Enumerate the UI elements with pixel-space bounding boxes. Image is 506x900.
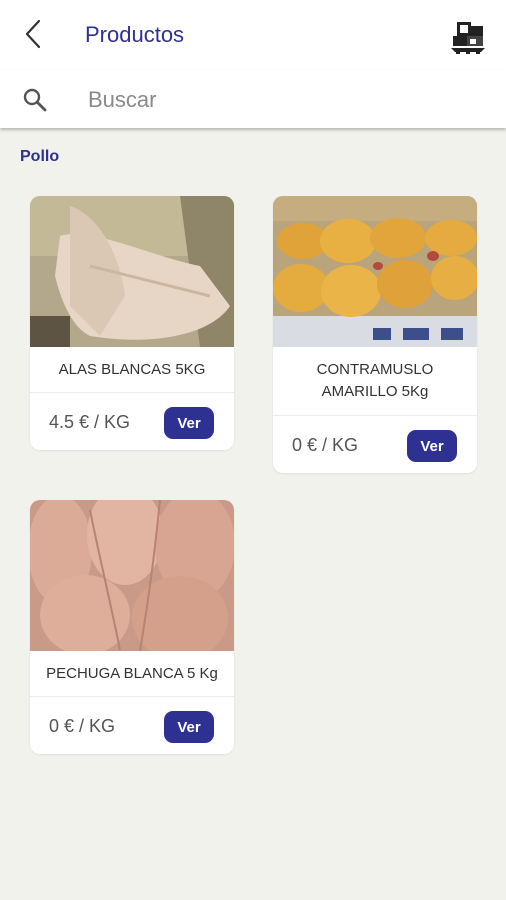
product-footer: 4.5 € / KG Ver <box>30 392 234 450</box>
product-image <box>30 196 234 347</box>
product-card[interactable]: PECHUGA BLANCA 5 Kg 0 € / KG Ver <box>30 500 234 754</box>
product-footer: 0 € / KG Ver <box>30 696 234 754</box>
page-title: Productos <box>85 22 185 47</box>
product-image <box>273 196 477 347</box>
app-header: Productos <box>0 0 506 70</box>
product-name: PECHUGA BLANCA 5 Kg <box>46 664 218 682</box>
product-price: 4.5 € / KG <box>49 412 131 432</box>
chevron-left-icon <box>25 19 41 49</box>
category-title: Pollo <box>20 148 60 165</box>
product-price: 0 € / KG <box>49 716 116 736</box>
product-price: 0 € / KG <box>292 435 359 455</box>
product-card[interactable]: CONTRAMUSLO AMARILLO 5Kg 0 € / KG Ver <box>273 196 477 473</box>
search-input[interactable] <box>88 84 468 116</box>
ver-button[interactable]: Ver <box>164 711 214 743</box>
search-icon[interactable] <box>22 87 48 113</box>
back-button[interactable] <box>18 16 48 52</box>
pallet-button[interactable] <box>448 16 488 56</box>
ver-button[interactable]: Ver <box>407 430 457 462</box>
pallet-boxes-icon <box>451 22 485 54</box>
product-footer: 0 € / KG Ver <box>273 415 477 473</box>
product-name: ALAS BLANCAS 5KG <box>58 360 206 378</box>
ver-button[interactable]: Ver <box>164 407 214 439</box>
product-image <box>30 500 234 651</box>
search-bar <box>0 70 506 128</box>
product-card[interactable]: ALAS BLANCAS 5KG 4.5 € / KG Ver <box>30 196 234 450</box>
product-name: CONTRAMUSLO AMARILLO 5Kg <box>316 361 434 400</box>
